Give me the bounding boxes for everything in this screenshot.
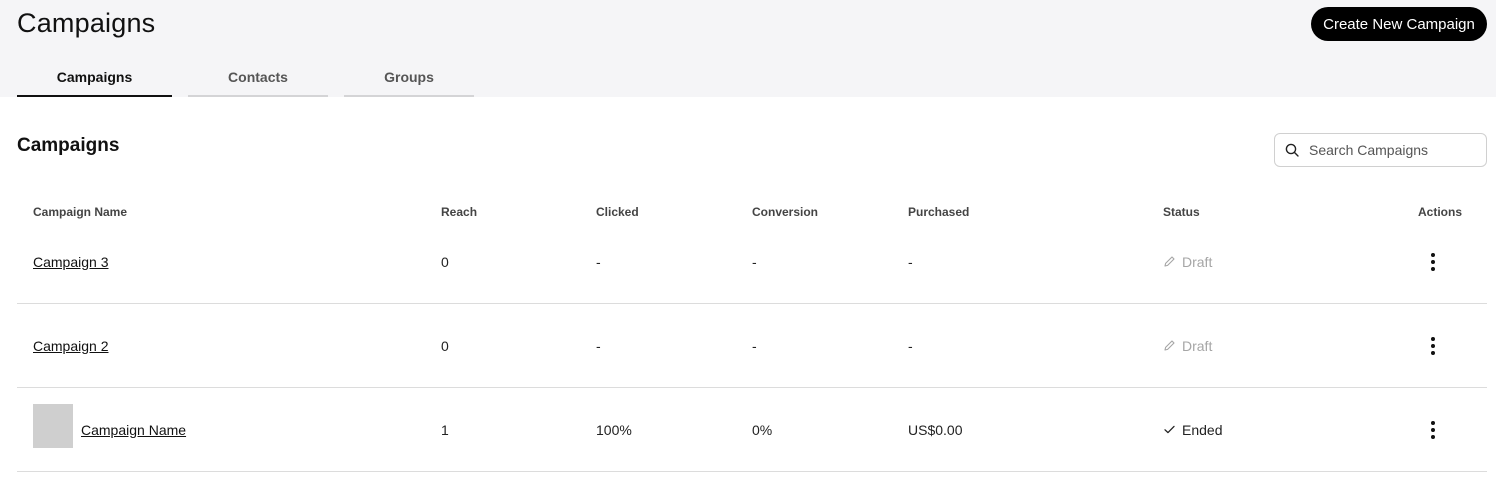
status-label: Draft [1182,337,1213,354]
more-actions-icon[interactable] [1423,334,1443,358]
search-icon [1285,143,1299,157]
campaign-name-link[interactable]: Campaign Name [81,422,186,438]
status-label: Ended [1182,421,1223,438]
more-actions-icon[interactable] [1423,418,1443,442]
section-title: Campaigns [17,135,120,156]
page-title: Campaigns [17,8,156,38]
column-header-conversion[interactable]: Conversion [752,205,818,219]
purchased-value: - [908,337,913,354]
clicked-value: - [596,337,601,354]
status-badge: Draft [1163,338,1212,354]
campaign-name-link[interactable]: Campaign 2 [33,338,109,354]
table-row[interactable]: Campaign 3 0 - - - Draft [17,220,1487,304]
search-box[interactable] [1274,133,1487,167]
more-actions-icon[interactable] [1423,250,1443,274]
tab-contacts[interactable]: Contacts [188,60,328,97]
tab-campaigns[interactable]: Campaigns [17,60,172,97]
create-new-campaign-button[interactable]: Create New Campaign [1311,7,1487,41]
reach-value: 0 [441,337,449,354]
pencil-icon [1164,340,1175,351]
clicked-value: - [596,253,601,270]
checkmark-icon [1164,425,1175,434]
status-label: Draft [1182,253,1213,270]
column-header-actions: Actions [1418,205,1463,219]
conversion-value: - [752,253,757,270]
column-header-reach[interactable]: Reach [441,205,477,219]
campaign-thumbnail [33,404,73,448]
column-header-clicked[interactable]: Clicked [596,205,639,219]
search-input[interactable] [1309,142,1479,158]
column-header-status[interactable]: Status [1163,205,1200,219]
purchased-value: US$0.00 [908,421,963,438]
column-header-campaign-name[interactable]: Campaign Name [33,205,127,219]
table-row[interactable]: Campaign 2 0 - - - Draft [17,304,1487,388]
purchased-value: - [908,253,913,270]
conversion-value: - [752,337,757,354]
status-badge: Draft [1163,254,1212,270]
column-header-purchased[interactable]: Purchased [908,205,969,219]
pencil-icon [1164,256,1175,267]
conversion-value: 0% [752,421,773,438]
page-header: Campaigns Create New Campaign Campaigns … [0,0,1496,97]
tab-groups[interactable]: Groups [344,60,474,97]
reach-value: 1 [441,421,449,438]
clicked-value: 100% [596,421,632,438]
status-badge: Ended [1163,422,1222,438]
campaign-name-link[interactable]: Campaign 3 [33,254,109,270]
table-row[interactable]: Campaign Name 1 100% 0% US$0.00 Ended [17,388,1487,472]
reach-value: 0 [441,253,449,270]
